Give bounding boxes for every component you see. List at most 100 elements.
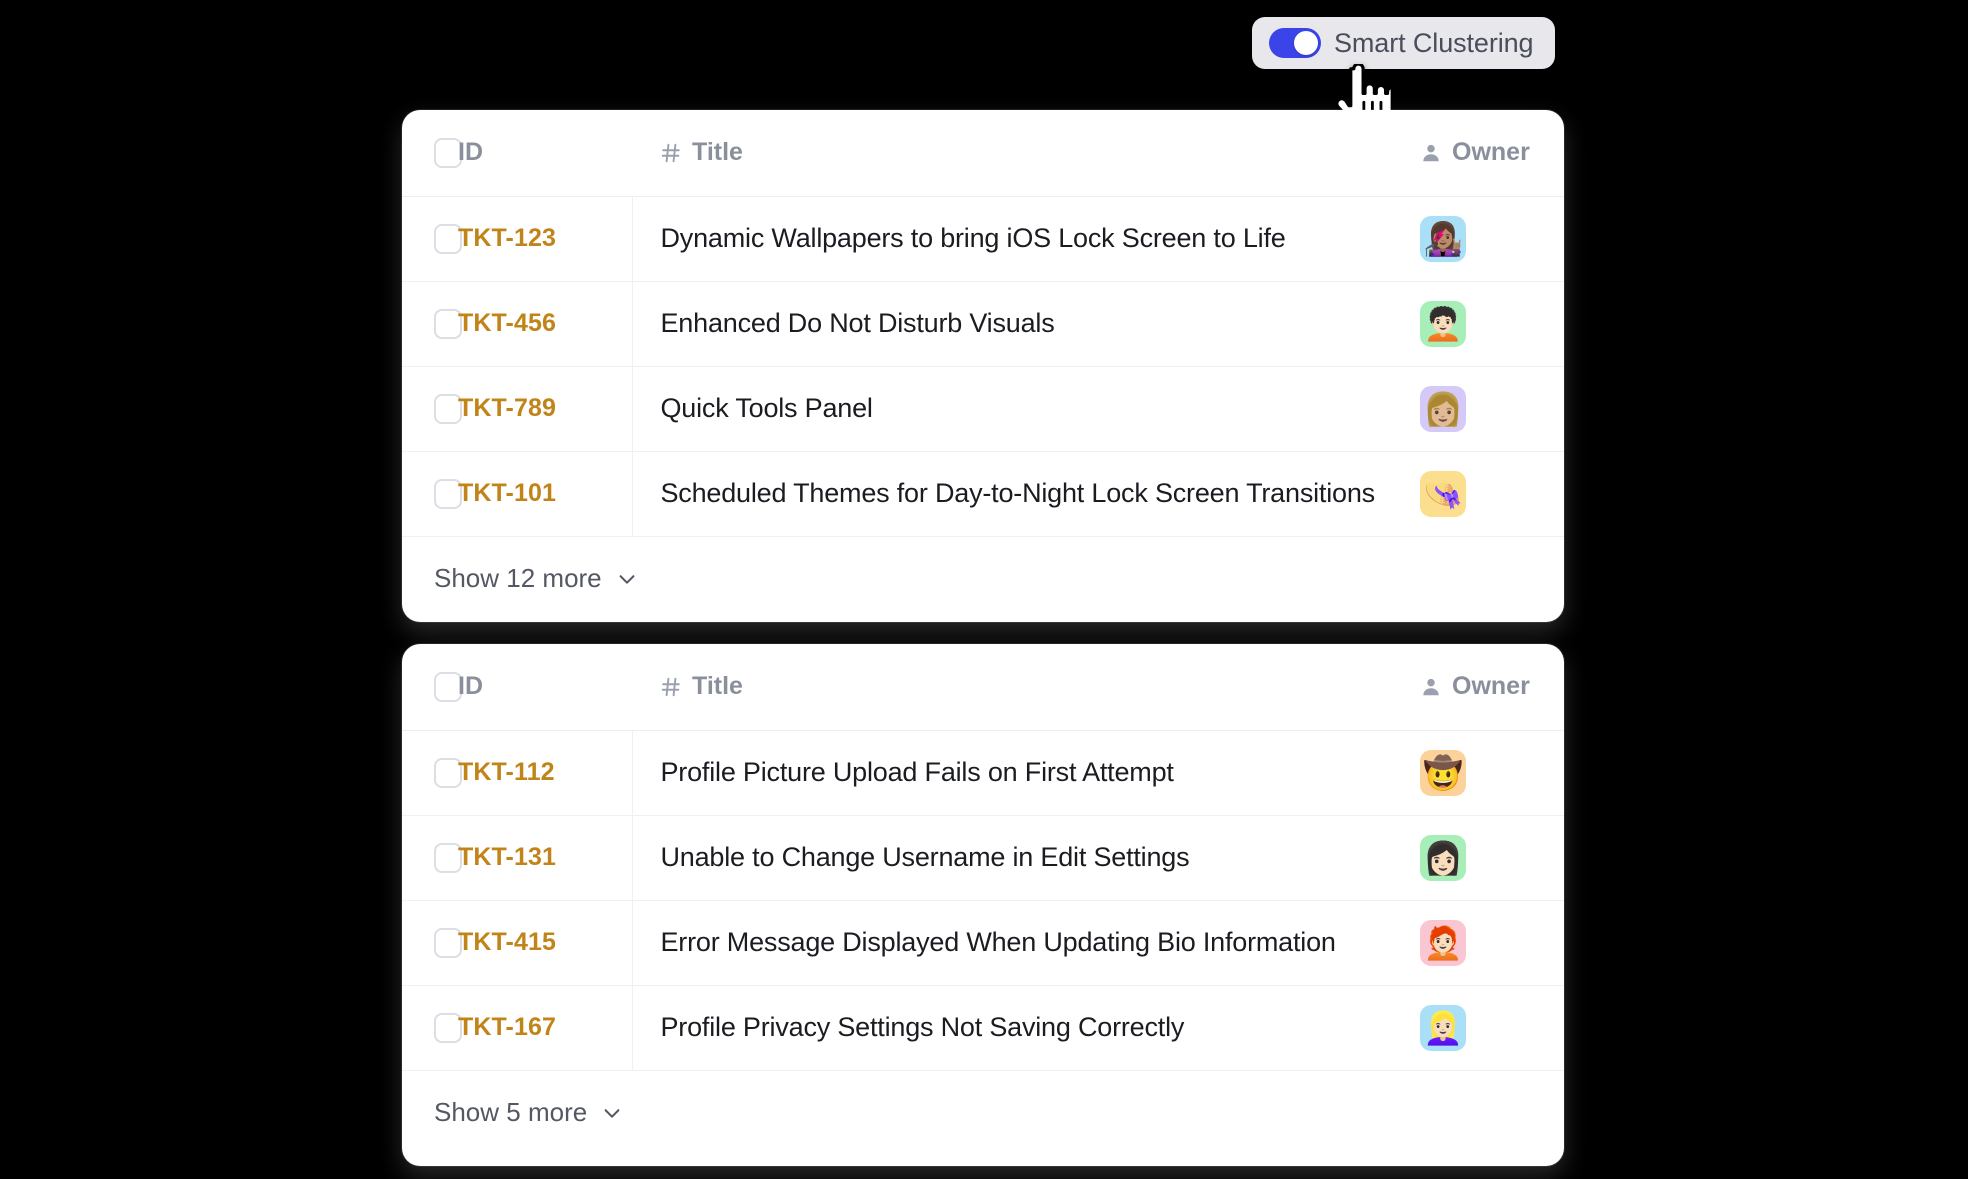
ticket-owner-cell[interactable]: 👩🏽‍🎤 (1402, 196, 1564, 282)
show-more-label: Show 5 more (434, 1097, 588, 1127)
row-select-cell[interactable] (402, 281, 462, 367)
ticket-id: TKT-456 (458, 309, 556, 337)
row-select-cell[interactable] (402, 730, 462, 816)
ticket-id-cell[interactable]: TKT-789 (458, 366, 633, 452)
column-label-title: Title (692, 138, 743, 167)
toggle-knob (1294, 31, 1318, 55)
ticket-id: TKT-415 (458, 928, 556, 956)
column-header-title[interactable]: Title (632, 110, 1402, 197)
avatar[interactable]: 👩🏻 (1420, 834, 1466, 881)
column-label-id: ID (458, 672, 483, 701)
column-header-owner[interactable]: Owner (1402, 110, 1564, 197)
avatar[interactable]: 🧑🏻‍🦱 (1420, 300, 1466, 347)
show-more-button-2[interactable]: Show 5 more (402, 1071, 1564, 1155)
avatar[interactable]: 👩🏼 (1420, 385, 1466, 432)
column-header-id[interactable]: ID (458, 644, 632, 731)
ticket-title: Error Message Displayed When Updating Bi… (660, 927, 1336, 957)
ticket-owner-cell[interactable]: 🤠 (1402, 730, 1564, 816)
ticket-title-cell[interactable]: Dynamic Wallpapers to bring iOS Lock Scr… (632, 196, 1402, 282)
row-select-cell[interactable] (402, 900, 462, 986)
chevron-down-icon (619, 574, 635, 584)
ticket-title-cell[interactable]: Unable to Change Username in Edit Settin… (632, 815, 1402, 901)
screen-root: Smart Clustering ID Title Owner TKT-123 … (0, 0, 1968, 1179)
ticket-table-2: ID Title Owner TKT-112 Profile Picture U… (402, 644, 1564, 1071)
ticket-title-cell[interactable]: Quick Tools Panel (632, 366, 1402, 452)
ticket-title-cell[interactable]: Enhanced Do Not Disturb Visuals (632, 281, 1402, 367)
table-row[interactable]: TKT-112 Profile Picture Upload Fails on F… (402, 730, 1564, 816)
header-row: ID Title Owner (402, 110, 1564, 197)
smart-clustering-toggle[interactable]: Smart Clustering (1252, 17, 1556, 69)
column-label-id: ID (458, 138, 483, 167)
column-header-owner[interactable]: Owner (1402, 644, 1564, 731)
chevron-down-icon (604, 1108, 620, 1118)
ticket-title-cell[interactable]: Profile Picture Upload Fails on First At… (632, 730, 1402, 816)
ticket-id-cell[interactable]: TKT-415 (458, 900, 633, 986)
ticket-cluster-card-1: ID Title Owner TKT-123 Dynamic Wallpaper… (402, 110, 1564, 622)
column-label-owner: Owner (1452, 672, 1530, 701)
ticket-id: TKT-789 (458, 394, 556, 422)
ticket-id-cell[interactable]: TKT-131 (458, 815, 633, 901)
ticket-id-cell[interactable]: TKT-123 (458, 196, 633, 282)
show-more-button-1[interactable]: Show 12 more (402, 537, 1564, 621)
table-row[interactable]: TKT-167 Profile Privacy Settings Not Savi… (402, 985, 1564, 1071)
toggle-switch[interactable] (1269, 28, 1321, 58)
ticket-id: TKT-101 (458, 479, 556, 507)
row-select-cell[interactable] (402, 985, 462, 1071)
ticket-id: TKT-167 (458, 1013, 556, 1041)
table-row[interactable]: TKT-456 Enhanced Do Not Disturb Visuals 🧑🏻… (402, 281, 1564, 367)
ticket-title-cell[interactable]: Error Message Displayed When Updating Bi… (632, 900, 1402, 986)
ticket-title: Scheduled Themes for Day-to-Night Lock S… (660, 478, 1376, 508)
ticket-owner-cell[interactable]: 🧑🏻‍🦰 (1402, 900, 1564, 986)
select-all-header[interactable] (402, 110, 462, 197)
ticket-owner-cell[interactable]: 👒 (1402, 451, 1564, 537)
table-body-1: TKT-123 Dynamic Wallpapers to bring iOS L… (402, 196, 1564, 537)
ticket-owner-cell[interactable]: 👱🏻‍♀️ (1402, 985, 1564, 1071)
column-header-id[interactable]: ID (458, 110, 632, 197)
avatar[interactable]: 🧑🏻‍🦰 (1420, 919, 1466, 966)
ticket-table-1: ID Title Owner TKT-123 Dynamic Wallpaper… (402, 110, 1564, 537)
ticket-id: TKT-123 (458, 224, 556, 252)
ticket-id: TKT-112 (458, 758, 555, 786)
table-row[interactable]: TKT-415 Error Message Displayed When Upda… (402, 900, 1564, 986)
avatar[interactable]: 👱🏻‍♀️ (1420, 1004, 1466, 1051)
ticket-title-cell[interactable]: Scheduled Themes for Day-to-Night Lock S… (632, 451, 1402, 537)
table-header-1: ID Title Owner (402, 110, 1564, 197)
row-select-cell[interactable] (402, 366, 462, 452)
avatar[interactable]: 👒 (1420, 470, 1466, 517)
ticket-id-cell[interactable]: TKT-101 (458, 451, 633, 537)
ticket-id-cell[interactable]: TKT-167 (458, 985, 633, 1071)
table-body-2: TKT-112 Profile Picture Upload Fails on F… (402, 730, 1564, 1071)
hash-icon (661, 143, 680, 162)
table-row[interactable]: TKT-131 Unable to Change Username in Edit… (402, 815, 1564, 901)
ticket-id-cell[interactable]: TKT-112 (458, 730, 633, 816)
ticket-owner-cell[interactable]: 👩🏼 (1402, 366, 1564, 452)
hash-icon (661, 677, 680, 696)
ticket-cluster-card-2: ID Title Owner TKT-112 Profile Picture U… (402, 644, 1564, 1166)
column-label-title: Title (692, 672, 743, 701)
column-header-title[interactable]: Title (632, 644, 1402, 731)
ticket-owner-cell[interactable]: 🧑🏻‍🦱 (1402, 281, 1564, 367)
ticket-title: Dynamic Wallpapers to bring iOS Lock Scr… (660, 223, 1286, 253)
row-select-cell[interactable] (402, 196, 462, 282)
table-row[interactable]: TKT-101 Scheduled Themes for Day-to-Night… (402, 451, 1564, 537)
show-more-label: Show 12 more (434, 563, 602, 593)
avatar[interactable]: 🤠 (1420, 749, 1466, 796)
person-icon (1423, 678, 1439, 695)
ticket-title: Enhanced Do Not Disturb Visuals (660, 308, 1055, 338)
avatar[interactable]: 👩🏽‍🎤 (1420, 215, 1466, 262)
ticket-owner-cell[interactable]: 👩🏻 (1402, 815, 1564, 901)
smart-clustering-label: Smart Clustering (1334, 27, 1534, 58)
ticket-title: Unable to Change Username in Edit Settin… (660, 842, 1190, 872)
row-select-cell[interactable] (402, 451, 462, 537)
ticket-title: Profile Picture Upload Fails on First At… (660, 757, 1174, 787)
ticket-title-cell[interactable]: Profile Privacy Settings Not Saving Corr… (632, 985, 1402, 1071)
header-row: ID Title Owner (402, 644, 1564, 731)
ticket-id-cell[interactable]: TKT-456 (458, 281, 633, 367)
select-all-header[interactable] (402, 644, 462, 731)
table-row[interactable]: TKT-123 Dynamic Wallpapers to bring iOS L… (402, 196, 1564, 282)
table-row[interactable]: TKT-789 Quick Tools Panel 👩🏼 (402, 366, 1564, 452)
ticket-title: Profile Privacy Settings Not Saving Corr… (660, 1012, 1185, 1042)
row-select-cell[interactable] (402, 815, 462, 901)
person-icon (1423, 144, 1439, 161)
ticket-id: TKT-131 (458, 843, 556, 871)
